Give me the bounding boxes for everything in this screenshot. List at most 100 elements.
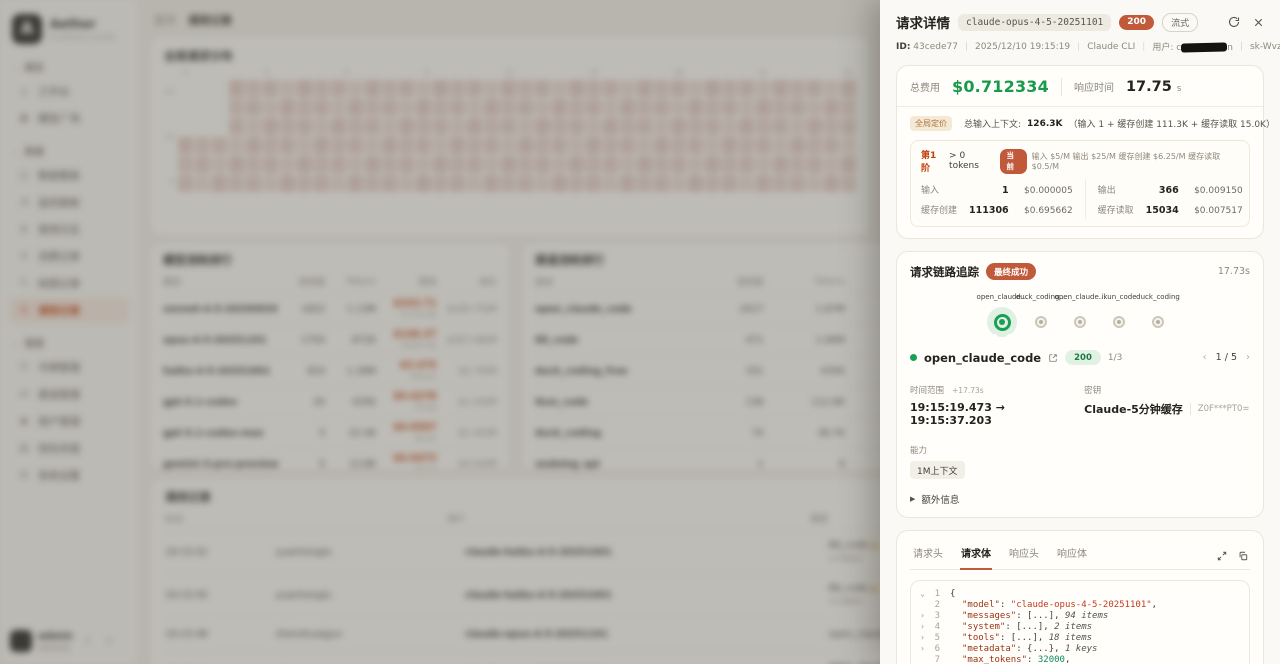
context-detail: （输入 1 + 缓存创建 111.3K + 缓存读取 15.0K） [1069,117,1275,130]
app-window: A Aether AI Gateway Console ⌄概览⌂工作台▦模型广场… [0,0,1280,664]
trace-node[interactable]: ikun_code [1100,293,1139,337]
tab-响应体[interactable]: 响应体 [1056,542,1088,569]
line-number: 1 [928,589,940,600]
line-number: 7 [928,655,940,664]
tier-row: 输入 1 $0.000005 [921,179,1073,199]
client-name: Claude CLI [1087,42,1135,52]
trace-node-dot [1152,316,1164,328]
tier-row: 缓存读取 15034 $0.007517 [1098,199,1243,219]
api-key-masked: sk-WvzlSy4...uwgB [1250,42,1280,52]
code-line: ⌄ 1 { [917,589,1239,600]
expand-icon[interactable] [1217,551,1227,561]
tier-row: 缓存创建 111306 $0.695662 [921,199,1073,219]
tab-响应头[interactable]: 响应头 [1008,542,1040,569]
trace-node[interactable]: duck_coding [1139,293,1178,337]
code-lines: ⌄ 1 { 2 "model": "claude-opus-4-5-202511… [917,589,1239,664]
collapse-caret-icon[interactable]: › [917,633,928,642]
code-line: 7 "max_tokens": 32000, [917,655,1239,664]
trace-node[interactable]: open_claude... [1061,293,1100,337]
prev-node-button[interactable]: ‹ [1203,352,1207,363]
ability-label: 能力 [910,446,927,456]
trace-nodes: open_claude... duck_coding... open_claud… [910,293,1250,337]
node-status-badge: 200 [1065,350,1101,365]
request-meta: ID: 43cede77 | 2025/12/10 19:15:19 | Cla… [896,40,1264,53]
line-number: 5 [928,633,940,644]
total-cost-value: $0.712334 [952,77,1049,96]
key-block: 密钥 Claude-5分钟缓存 Z0F***PT0= [1084,378,1250,427]
trace-node-label: open_claude... [1055,293,1106,301]
code-line: › 5 "tools": [...], 18 items [917,633,1239,644]
request-time: 2025/12/10 19:15:19 [975,42,1070,52]
external-link-icon[interactable] [1048,353,1058,363]
active-dot [910,354,917,361]
collapse-caret-icon[interactable]: › [917,622,928,631]
redaction-mark [1181,42,1227,52]
key-label: 密钥 [1084,386,1101,396]
time-range-value: 19:15:19.473 → 19:15:37.203 [910,401,1084,427]
total-cost-label: 总费用 [910,79,940,94]
line-number: 3 [928,611,940,622]
payload-card: 请求头请求体响应头响应体 ⌄ 1 { 2 "model": "claude-op… [896,530,1264,664]
trace-node-label: duck_coding [1136,293,1180,301]
caret-right-icon: ▶ [910,495,915,503]
context-total: 126.3K [1027,119,1062,129]
code-line: › 4 "system": [...], 2 items [917,622,1239,633]
trace-duration: 17.73s [1218,266,1250,277]
context-summary: 全局定价 总输入上下文: 126.3K （输入 1 + 缓存创建 111.3K … [910,116,1250,131]
tier-col-right: 输出 366 $0.009150 缓存读取 15034 $0.007517 [1085,179,1243,219]
body-tabs: 请求头请求体响应头响应体 [912,542,1088,569]
time-range-label: 时间范围 [910,386,944,396]
extra-info-toggle[interactable]: ▶ 额外信息 [910,492,1250,506]
stream-badge: 流式 [1162,13,1198,32]
latency-value: 17.75 s [1126,79,1181,95]
panel-header: 请求详情 claude-opus-4-5-20251101 200 流式 [896,12,1264,32]
collapse-caret-icon[interactable]: ⌄ [917,589,928,598]
key-masked-value: Z0F***PT0= [1198,404,1250,414]
time-delta: +17.73s [952,386,984,395]
tier-name: 第1阶 [921,148,944,174]
ability-tag: 1M上下文 [910,461,965,479]
copy-icon[interactable] [1238,551,1248,561]
current-tier-badge: 当前 [1000,149,1026,174]
active-node-halo [987,307,1017,337]
tier-rates: 输入 $5/M 输出 $25/M 缓存创建 $6.25/M 缓存读取 $0.5/… [1032,151,1239,171]
code-line: › 6 "metadata": {...}, 1 keys [917,644,1239,655]
trace-title: 请求链路追踪 [910,264,979,280]
tier-range: > 0 tokens [949,151,995,171]
pricing-tier-box: 第1阶 > 0 tokens 当前 输入 $5/M 输出 $25/M 缓存创建 … [910,140,1250,227]
line-number: 2 [928,600,940,611]
request-detail-panel: 请求详情 claude-opus-4-5-20251101 200 流式 ID:… [880,0,1280,664]
trace-card: 请求链路追踪 最终成功 17.73s open_claude... duck_c… [896,251,1264,518]
collapse-caret-icon[interactable]: › [917,644,928,653]
id-label: ID: [896,42,910,52]
attempt-count: 1/3 [1108,353,1122,363]
tier-row: 输出 366 $0.009150 [1098,179,1243,199]
latency-label: 响应时间 [1074,79,1114,94]
selected-node-row: open_claude_code 200 1/3 ‹ 1 / 5 › [910,350,1250,365]
key-name: Claude-5分钟缓存 [1084,401,1183,417]
tab-请求体[interactable]: 请求体 [960,542,992,570]
refresh-icon[interactable] [1228,16,1240,28]
user-field: 用户: cn [1152,40,1233,53]
trace-node-label: ikun_code [1101,293,1136,301]
close-icon[interactable] [1253,17,1264,28]
trace-node-dot [1035,316,1047,328]
context-label: 总输入上下文: [964,117,1021,130]
tab-请求头[interactable]: 请求头 [912,542,944,569]
panel-title: 请求详情 [896,12,950,32]
time-range-block: 时间范围 +17.73s 19:15:19.473 → 19:15:37.203 [910,378,1084,427]
trace-node-dot [1074,316,1086,328]
json-code-viewer[interactable]: ⌄ 1 { 2 "model": "claude-opus-4-5-202511… [910,580,1250,664]
status-badge: 200 [1119,15,1154,30]
cost-card: 总费用 $0.712334 响应时间 17.75 s 全局定价 总输入上下文: … [896,65,1264,239]
collapse-caret-icon[interactable]: › [917,611,928,620]
line-number: 6 [928,644,940,655]
code-line: › 3 "messages": [...], 94 items [917,611,1239,622]
trace-node-dot [1113,316,1125,328]
code-line: 2 "model": "claude-opus-4-5-20251101", [917,600,1239,611]
model-tag: claude-opus-4-5-20251101 [958,14,1111,31]
trace-status-badge: 最终成功 [986,263,1036,280]
request-id: 43cede77 [913,42,958,52]
ability-block: 能力 1M上下文 [910,438,1084,479]
next-node-button[interactable]: › [1246,352,1250,363]
